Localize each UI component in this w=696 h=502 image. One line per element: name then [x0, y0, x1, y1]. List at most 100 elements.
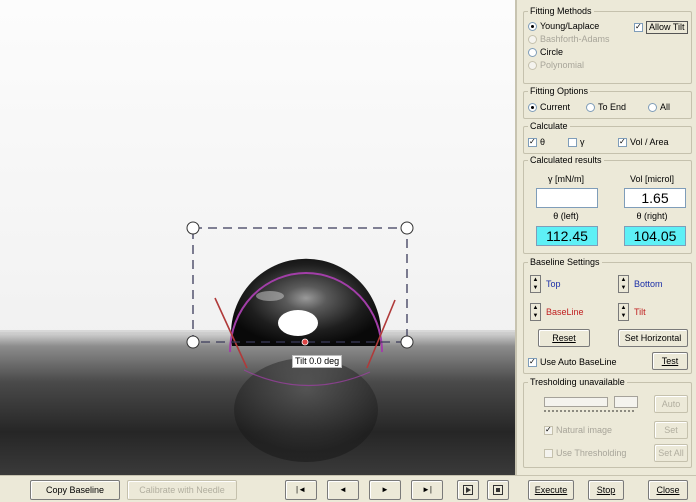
- baseline-spinner[interactable]: ▲ ▼: [530, 303, 541, 321]
- calculate-group: Calculate θ γ Vol / Area: [523, 121, 692, 154]
- vol-label: Vol [microl]: [629, 174, 674, 184]
- fitting-methods-group: Fitting Methods Young/Laplace Allow Tilt…: [523, 6, 692, 84]
- next-frame-button[interactable]: ►: [369, 480, 401, 500]
- tilt-spinner[interactable]: ▲ ▼: [618, 303, 629, 321]
- drop-highlight: [278, 310, 318, 336]
- drop-image: [0, 221, 515, 475]
- check-indicator: [528, 358, 537, 367]
- gamma-value: [536, 188, 598, 208]
- use-auto-baseline-checkbox[interactable]: Use Auto BaseLine: [528, 357, 617, 368]
- radio-indicator: [528, 61, 537, 70]
- check-label: Use Auto BaseLine: [540, 357, 617, 367]
- radio-label: All: [660, 102, 671, 112]
- check-indicator: [634, 23, 643, 32]
- reset-button[interactable]: Reset: [538, 329, 590, 347]
- thresholding-group: Tresholding unavailable Auto Natural ima…: [523, 377, 692, 468]
- set-button[interactable]: Set: [654, 421, 688, 439]
- stop-label: Stop: [596, 485, 616, 495]
- check-label: Natural image: [556, 425, 613, 435]
- handle-bottom-left[interactable]: [186, 335, 200, 349]
- gamma-label: γ [mN/m]: [548, 174, 584, 184]
- bottom-spinner[interactable]: ▲ ▼: [618, 275, 629, 293]
- test-label: Test: [661, 356, 679, 366]
- theta-right-label: θ (right): [636, 211, 668, 221]
- copy-baseline-button[interactable]: Copy Baseline: [30, 480, 120, 500]
- results-title: Calculated results: [528, 155, 604, 166]
- previous-frame-button[interactable]: ◄: [327, 480, 359, 500]
- set-horizontal-button[interactable]: Set Horizontal: [618, 329, 688, 347]
- radio-indicator: [528, 22, 537, 31]
- baseline-center-marker: [301, 338, 309, 346]
- handle-top-left[interactable]: [186, 221, 200, 235]
- radio-label: Young/Laplace: [540, 21, 600, 31]
- theta-checkbox[interactable]: θ: [528, 137, 545, 148]
- handle-top-right[interactable]: [400, 221, 414, 235]
- tilt-label-settings: Tilt: [634, 307, 646, 317]
- radio-young-laplace[interactable]: Young/Laplace: [528, 21, 599, 32]
- close-button[interactable]: Close: [648, 480, 688, 500]
- fitting-options-title: Fitting Options: [528, 86, 591, 97]
- threshold-input[interactable]: [614, 396, 638, 408]
- fitting-methods-title: Fitting Methods: [528, 6, 594, 17]
- check-label: θ: [540, 137, 546, 147]
- execute-label: Execute: [534, 485, 568, 495]
- check-label: Vol / Area: [630, 137, 669, 147]
- bottom-toolbar: Copy Baseline Calibrate with Needle |◄ ◄…: [0, 475, 696, 502]
- radio-polynomial[interactable]: Polynomial: [528, 60, 584, 71]
- calibrate-with-needle-button[interactable]: Calibrate with Needle: [127, 480, 237, 500]
- set-all-button[interactable]: Set All: [654, 444, 688, 462]
- handle-bottom-right[interactable]: [400, 335, 414, 349]
- radio-current[interactable]: Current: [528, 102, 570, 113]
- bottom-label: Bottom: [634, 279, 663, 289]
- check-indicator: [568, 138, 577, 147]
- stop-button[interactable]: Stop: [588, 480, 624, 500]
- check-label: γ: [580, 137, 585, 147]
- thresholding-title: Tresholding unavailable: [528, 377, 627, 388]
- vol-area-checkbox[interactable]: Vol / Area: [618, 137, 669, 148]
- auto-button[interactable]: Auto: [654, 395, 688, 413]
- radio-indicator: [528, 35, 537, 44]
- results-group: Calculated results γ [mN/m] Vol [microl]…: [523, 155, 692, 254]
- slider-ticks: [544, 410, 634, 413]
- record-button[interactable]: [487, 480, 509, 500]
- tilt-label: Tilt 0.0 deg: [292, 355, 343, 368]
- theta-left-value: 112.45: [536, 226, 598, 246]
- check-label: Use Thresholding: [556, 448, 627, 458]
- first-frame-button[interactable]: |◄: [285, 480, 317, 500]
- natural-image-checkbox[interactable]: Natural image: [544, 425, 612, 436]
- radio-label: Bashforth-Adams: [540, 34, 610, 44]
- radio-indicator: [586, 103, 595, 112]
- image-viewer[interactable]: Tilt 0.0 deg: [0, 0, 515, 475]
- play-button[interactable]: [457, 480, 479, 500]
- control-panel: Fitting Methods Young/Laplace Allow Tilt…: [515, 0, 696, 475]
- check-label: Allow Tilt: [646, 21, 688, 34]
- theta-right-value: 104.05: [624, 226, 686, 246]
- use-thresholding-checkbox[interactable]: Use Thresholding: [544, 448, 626, 459]
- reset-label: Reset: [552, 333, 576, 343]
- test-button[interactable]: Test: [652, 352, 688, 370]
- last-frame-button[interactable]: ►|: [411, 480, 443, 500]
- theta-left-label: θ (left): [553, 211, 579, 221]
- threshold-slider[interactable]: [544, 397, 608, 407]
- fitting-options-group: Fitting Options Current To End All: [523, 86, 692, 119]
- top-spinner[interactable]: ▲ ▼: [530, 275, 541, 293]
- radio-to-end[interactable]: To End: [586, 102, 626, 113]
- radio-indicator: [528, 48, 537, 57]
- radio-indicator: [528, 103, 537, 112]
- gamma-checkbox[interactable]: γ: [568, 137, 585, 148]
- close-label: Close: [656, 485, 680, 495]
- execute-button[interactable]: Execute: [528, 480, 574, 500]
- play-icon: [463, 485, 473, 495]
- radio-all[interactable]: All: [648, 102, 670, 113]
- check-indicator: [528, 138, 537, 147]
- radio-label: Circle: [540, 47, 564, 57]
- allow-tilt-checkbox[interactable]: Allow Tilt: [634, 21, 688, 34]
- radio-indicator: [648, 103, 657, 112]
- check-indicator: [544, 449, 553, 458]
- radio-label: To End: [598, 102, 627, 112]
- radio-circle[interactable]: Circle: [528, 47, 563, 58]
- check-indicator: [544, 426, 553, 435]
- baseline-label: BaseLine: [546, 307, 584, 317]
- radio-bashforth-adams[interactable]: Bashforth-Adams: [528, 34, 610, 45]
- stop-square-icon: [493, 485, 503, 495]
